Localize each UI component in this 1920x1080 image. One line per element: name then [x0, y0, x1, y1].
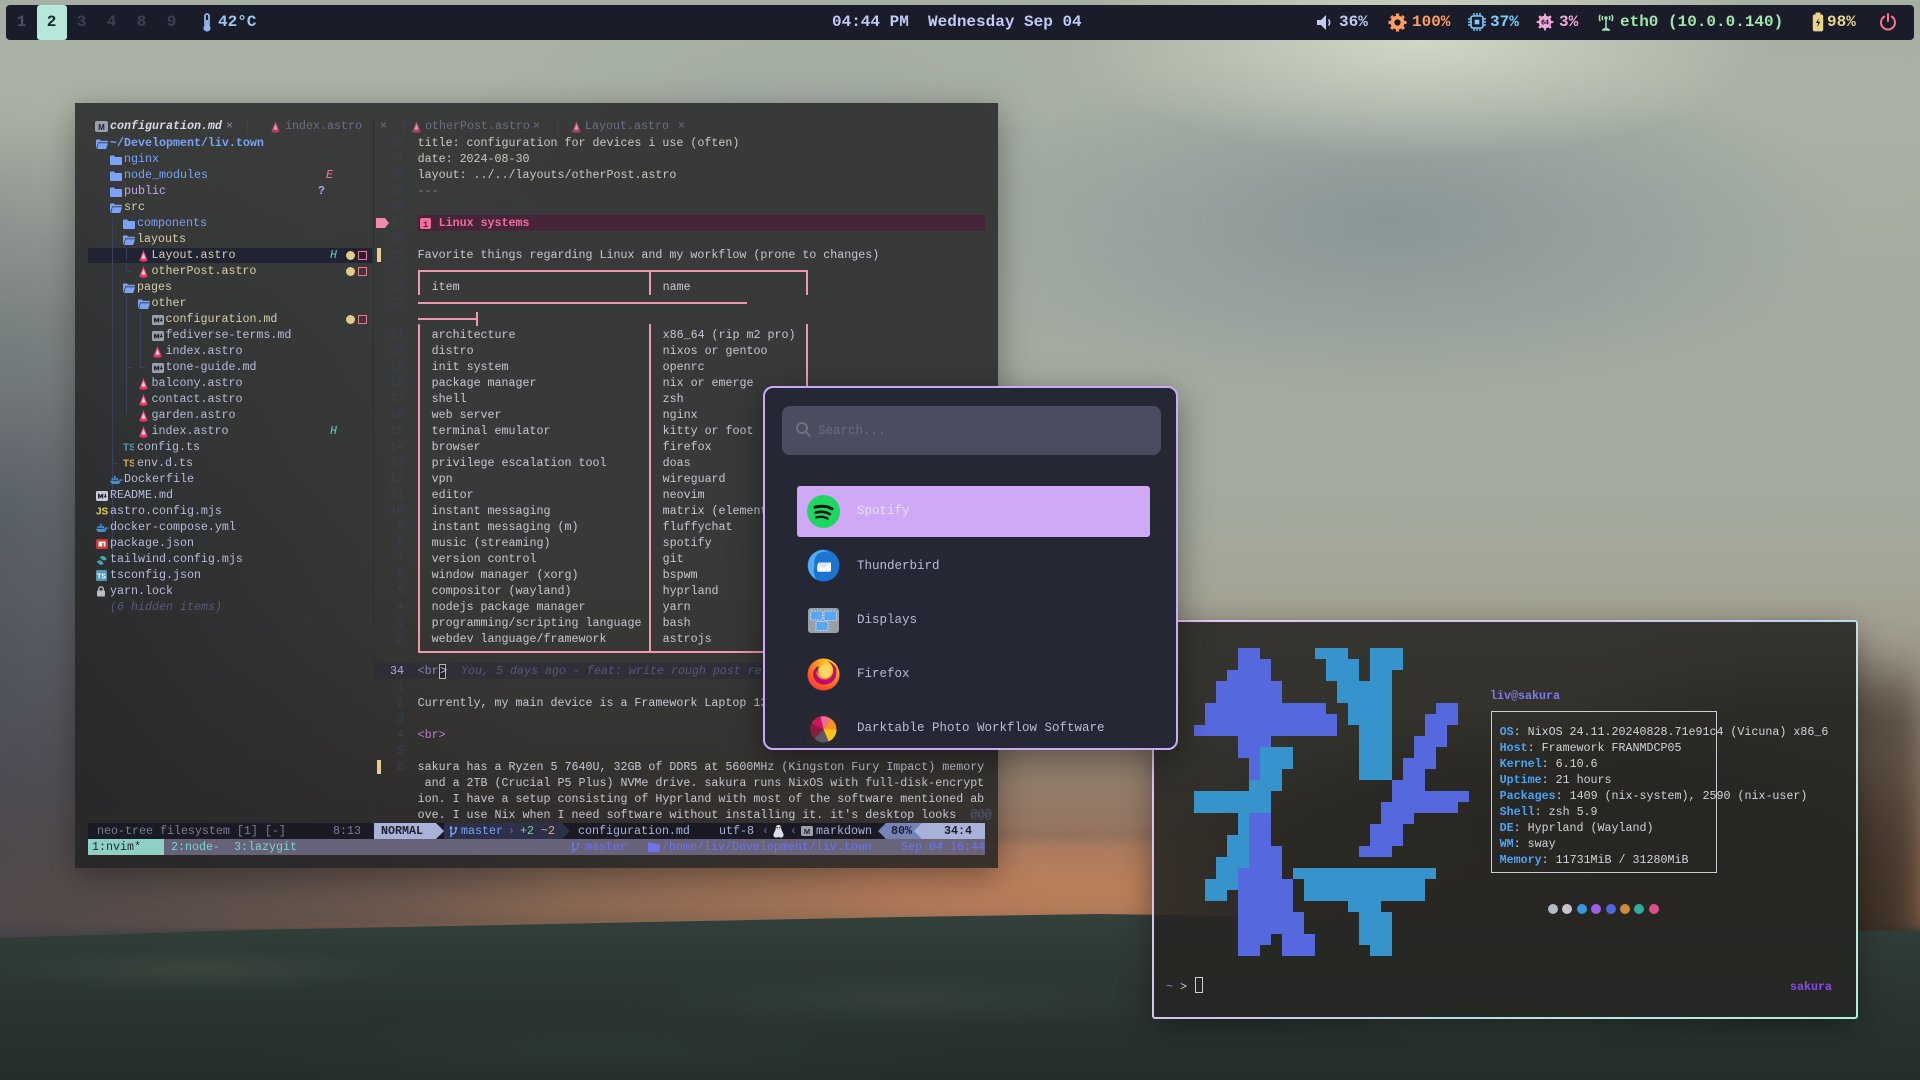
svg-text:TS: TS — [97, 574, 106, 581]
svg-text:TS: TS — [123, 459, 134, 469]
svg-text:M: M — [804, 827, 810, 836]
svg-text:M: M — [98, 122, 105, 131]
svg-text:1: 1 — [423, 219, 428, 228]
svg-text:TS: TS — [123, 443, 134, 453]
svg-text:64: 64 — [1541, 20, 1549, 27]
svg-text:JS: JS — [96, 507, 108, 517]
